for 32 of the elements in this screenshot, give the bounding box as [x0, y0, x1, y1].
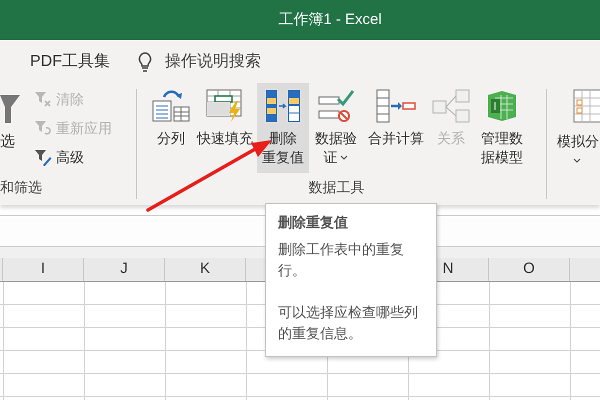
tooltip-text: 删除工作表中的重复行。 — [278, 240, 405, 280]
tooltip-title: 删除重复值 — [278, 213, 349, 232]
ribbon-button[interactable]: 快速填充 — [192, 83, 257, 173]
remove-duplicates-icon — [264, 89, 302, 123]
funnel-pen-icon — [34, 148, 52, 166]
search-help[interactable]: 操作说明搜索 — [165, 50, 261, 74]
group-label: 和筛选 — [0, 178, 43, 197]
ribbon-button[interactable]: 合并计算 — [362, 83, 429, 173]
ribbon-button[interactable]: 分列 — [148, 83, 193, 173]
consolidate-icon — [374, 89, 417, 123]
grid-table-icon — [573, 89, 600, 123]
filter-button[interactable]: 选 — [0, 83, 26, 175]
column-header[interactable]: I — [3, 258, 84, 281]
flash-fill-icon — [206, 89, 244, 123]
lightbulb-icon — [138, 52, 152, 72]
window-title: 工作簿1 - Excel — [278, 10, 382, 30]
menu-tab[interactable]: PDF工具集 — [30, 50, 110, 74]
column-header[interactable]: O — [489, 258, 570, 281]
split-columns-icon — [152, 89, 190, 123]
group-label: 数据工具 — [308, 178, 364, 197]
column-header[interactable]: J — [84, 258, 165, 281]
funnel-refresh-icon — [34, 119, 52, 137]
what-if-button[interactable]: 模拟分 — [557, 83, 600, 173]
ribbon-button[interactable]: 删除 重复值 — [256, 83, 309, 173]
ribbon-button[interactable]: 数据验 证 — [308, 83, 363, 173]
column-header[interactable]: K — [165, 258, 246, 281]
filter-command[interactable]: 高级 — [34, 146, 112, 168]
tooltip-text: 可以选择应检查哪些列的重复信息。 — [278, 303, 419, 343]
ribbon-button[interactable]: 管理数 据模型 — [472, 83, 531, 173]
data-validation-icon — [316, 89, 355, 123]
funnel-x-icon — [34, 90, 52, 108]
relationships-icon — [432, 89, 470, 123]
